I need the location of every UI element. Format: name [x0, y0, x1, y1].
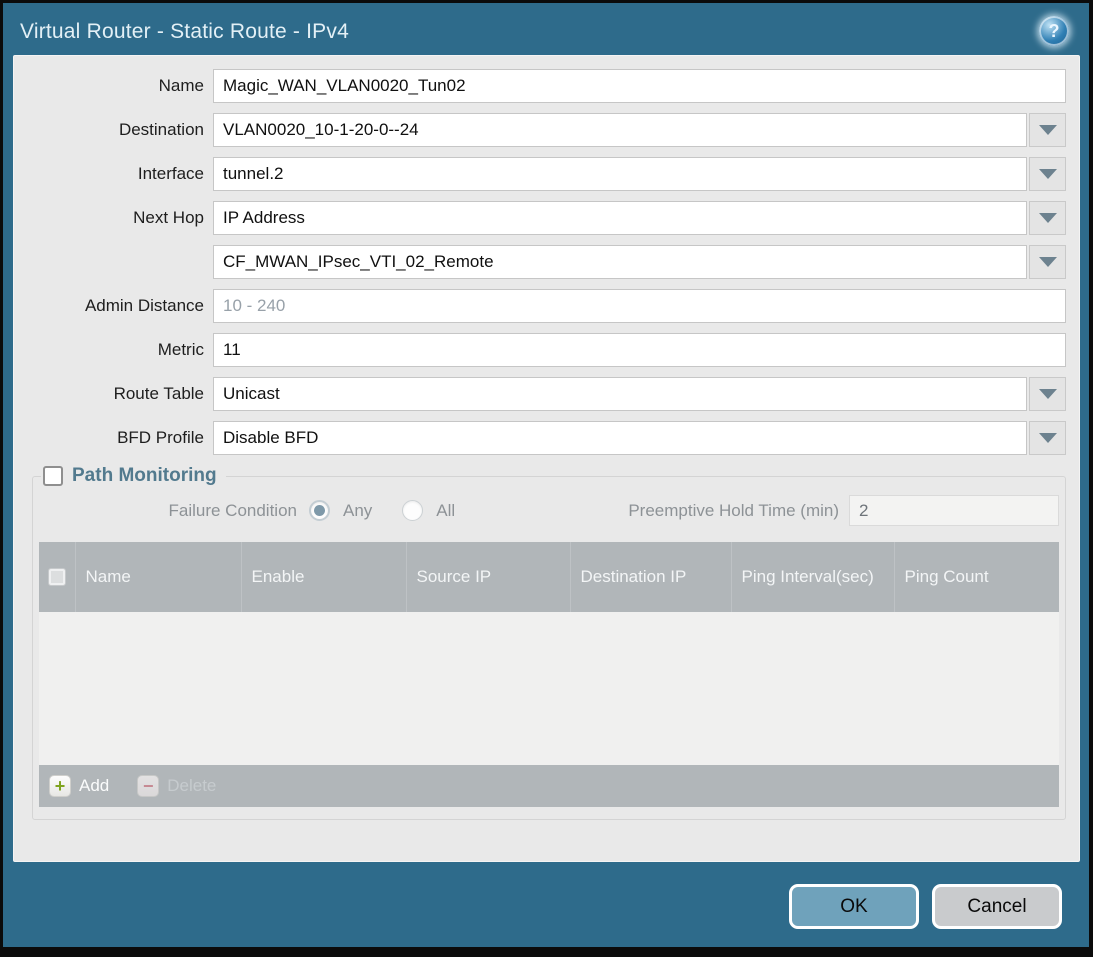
- add-button-label: Add: [79, 776, 109, 796]
- failure-condition-any-label: Any: [343, 501, 372, 521]
- next-hop-address-dropdown-button[interactable]: [1029, 245, 1066, 279]
- chevron-down-icon: [1039, 389, 1057, 399]
- table-action-bar: + Add − Delete: [39, 765, 1059, 807]
- preemptive-hold-group: Preemptive Hold Time (min): [628, 495, 1059, 526]
- select-all-header-cell: [39, 542, 75, 612]
- minus-icon: −: [137, 775, 159, 797]
- dialog-title: Virtual Router - Static Route - IPv4: [20, 20, 349, 44]
- failure-condition-all-option[interactable]: All: [402, 500, 455, 521]
- form-row-name: Name: [14, 69, 1066, 103]
- ok-button[interactable]: OK: [789, 884, 919, 929]
- select-all-checkbox[interactable]: [48, 568, 66, 586]
- admin-distance-input[interactable]: [213, 289, 1066, 323]
- chevron-down-icon: [1039, 125, 1057, 135]
- failure-condition-all-label: All: [436, 501, 455, 521]
- dialog-footer-buttons: OK Cancel: [789, 884, 1062, 929]
- destination-dropdown-button[interactable]: [1029, 113, 1066, 147]
- form-row-bfd-profile: BFD Profile: [14, 421, 1066, 455]
- static-route-form: Name Destination Interface: [14, 56, 1079, 455]
- path-monitoring-legend: Path Monitoring: [41, 465, 226, 487]
- dialog-titlebar: Virtual Router - Static Route - IPv4 ?: [3, 3, 1089, 55]
- failure-condition-label: Failure Condition: [39, 501, 297, 521]
- chevron-down-icon: [1039, 433, 1057, 443]
- static-route-dialog: Virtual Router - Static Route - IPv4 ? N…: [3, 3, 1089, 947]
- next-hop-label: Next Hop: [14, 208, 213, 228]
- bfd-profile-input[interactable]: [213, 421, 1027, 455]
- form-row-next-hop: Next Hop: [14, 201, 1066, 235]
- name-label: Name: [14, 76, 213, 96]
- chevron-down-icon: [1039, 257, 1057, 267]
- interface-input[interactable]: [213, 157, 1027, 191]
- column-header-source-ip[interactable]: Source IP: [406, 542, 570, 612]
- radio-all-icon[interactable]: [402, 500, 423, 521]
- metric-input[interactable]: [213, 333, 1066, 367]
- interface-label: Interface: [14, 164, 213, 184]
- cancel-button[interactable]: Cancel: [932, 884, 1062, 929]
- chevron-down-icon: [1039, 213, 1057, 223]
- path-monitoring-checkbox[interactable]: [43, 466, 63, 486]
- next-hop-address-input[interactable]: [213, 245, 1027, 279]
- preemptive-hold-label: Preemptive Hold Time (min): [628, 501, 839, 521]
- metric-label: Metric: [14, 340, 213, 360]
- path-monitoring-title: Path Monitoring: [72, 465, 217, 487]
- name-input[interactable]: [213, 69, 1066, 103]
- form-row-route-table: Route Table: [14, 377, 1066, 411]
- help-icon[interactable]: ?: [1039, 16, 1069, 46]
- interface-dropdown-button[interactable]: [1029, 157, 1066, 191]
- dialog-content: Name Destination Interface: [13, 55, 1080, 862]
- column-header-enable[interactable]: Enable: [241, 542, 406, 612]
- destination-input[interactable]: [213, 113, 1027, 147]
- route-table-label: Route Table: [14, 384, 213, 404]
- radio-any-selected-icon[interactable]: [309, 500, 330, 521]
- admin-distance-label: Admin Distance: [14, 296, 213, 316]
- delete-button[interactable]: − Delete: [137, 775, 216, 797]
- route-table-dropdown-button[interactable]: [1029, 377, 1066, 411]
- bfd-profile-label: BFD Profile: [14, 428, 213, 448]
- route-table-input[interactable]: [213, 377, 1027, 411]
- column-header-destination-ip[interactable]: Destination IP: [570, 542, 731, 612]
- plus-icon: +: [49, 775, 71, 797]
- path-monitoring-section: Path Monitoring Failure Condition Any Al…: [32, 465, 1066, 820]
- failure-condition-any-option[interactable]: Any: [309, 500, 372, 521]
- form-row-destination: Destination: [14, 113, 1066, 147]
- form-row-next-hop-address: [14, 245, 1066, 279]
- path-monitoring-table: Name Enable Source IP Destination IP Pin…: [39, 542, 1059, 765]
- preemptive-hold-input[interactable]: [849, 495, 1059, 526]
- destination-label: Destination: [14, 120, 213, 140]
- column-header-name[interactable]: Name: [75, 542, 241, 612]
- form-row-interface: Interface: [14, 157, 1066, 191]
- chevron-down-icon: [1039, 169, 1057, 179]
- column-header-ping-count[interactable]: Ping Count: [894, 542, 1059, 612]
- form-row-metric: Metric: [14, 333, 1066, 367]
- next-hop-type-dropdown-button[interactable]: [1029, 201, 1066, 235]
- form-row-admin-distance: Admin Distance: [14, 289, 1066, 323]
- bfd-profile-dropdown-button[interactable]: [1029, 421, 1066, 455]
- table-empty-row: [39, 612, 1059, 765]
- table-empty-area: [39, 612, 1059, 765]
- table-header-row: Name Enable Source IP Destination IP Pin…: [39, 542, 1059, 612]
- add-button[interactable]: + Add: [49, 775, 109, 797]
- column-header-ping-interval[interactable]: Ping Interval(sec): [731, 542, 894, 612]
- failure-condition-row: Failure Condition Any All Preemptive Hol…: [39, 495, 1059, 526]
- delete-button-label: Delete: [167, 776, 216, 796]
- next-hop-type-input[interactable]: [213, 201, 1027, 235]
